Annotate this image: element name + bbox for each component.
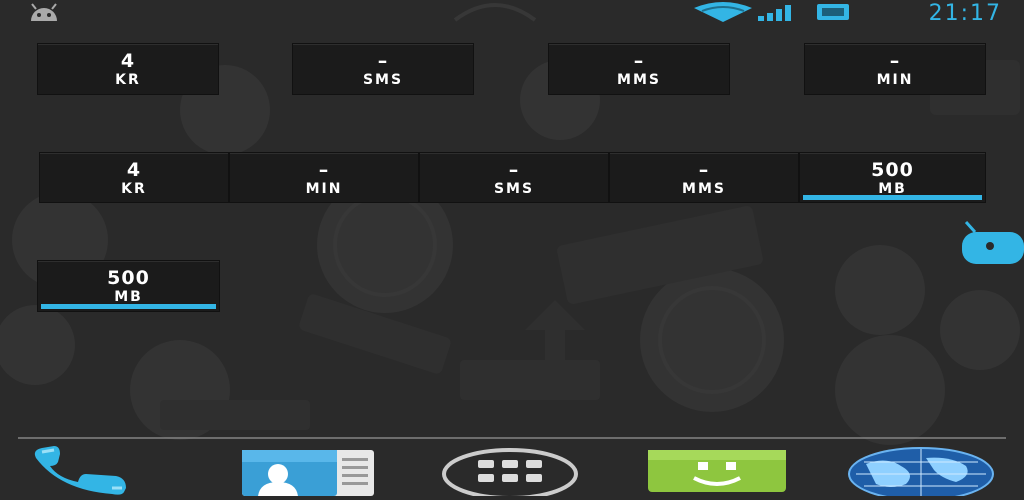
signal-icon	[758, 5, 791, 21]
mms-tile[interactable]: – MMS	[548, 43, 730, 95]
tile-unit: MMS	[617, 72, 661, 88]
tile-value: –	[633, 50, 645, 72]
data-tile[interactable]: 500 MB	[37, 260, 220, 312]
tile-value: –	[508, 159, 520, 181]
tile-value: –	[318, 159, 330, 181]
messaging-icon[interactable]	[646, 444, 788, 496]
tile-value: –	[377, 50, 389, 72]
dock-divider	[18, 437, 1006, 439]
android-icon	[31, 3, 57, 21]
clock: 21:17	[928, 1, 1002, 26]
contacts-icon[interactable]	[238, 444, 378, 496]
minutes-tile[interactable]: – MIN	[229, 152, 419, 203]
tile-unit: SMS	[493, 181, 535, 197]
tile-value: 500	[871, 159, 914, 181]
sms-tile[interactable]: – SMS	[419, 152, 609, 203]
battery-icon	[817, 4, 849, 20]
tile-unit: MIN	[305, 181, 343, 197]
tile-value: 500	[107, 267, 150, 289]
tile-value: 4	[120, 50, 136, 72]
wifi-icon	[694, 2, 752, 22]
tile-unit: MB	[114, 289, 143, 305]
app-drawer-icon[interactable]	[440, 444, 580, 496]
balance-tile[interactable]: 4 KR	[37, 43, 219, 95]
phone-icon[interactable]	[30, 444, 130, 496]
tile-unit: MMS	[682, 181, 726, 197]
balance-tile[interactable]: 4 KR	[39, 152, 229, 203]
tile-unit: KR	[115, 72, 141, 88]
mms-tile[interactable]: – MMS	[609, 152, 799, 203]
minutes-tile[interactable]: – MIN	[804, 43, 986, 95]
browser-icon[interactable]	[846, 444, 996, 496]
tile-value: –	[889, 50, 901, 72]
tile-unit: MIN	[876, 72, 914, 88]
status-bar: 21:17	[0, 0, 1024, 26]
data-usage-bar	[41, 304, 216, 309]
tile-unit: SMS	[362, 72, 404, 88]
tile-value: 4	[126, 159, 142, 181]
data-usage-bar	[803, 195, 982, 200]
tile-value: –	[698, 159, 710, 181]
data-tile[interactable]: 500 MB	[799, 152, 986, 203]
sms-tile[interactable]: – SMS	[292, 43, 474, 95]
tile-unit: KR	[121, 181, 147, 197]
